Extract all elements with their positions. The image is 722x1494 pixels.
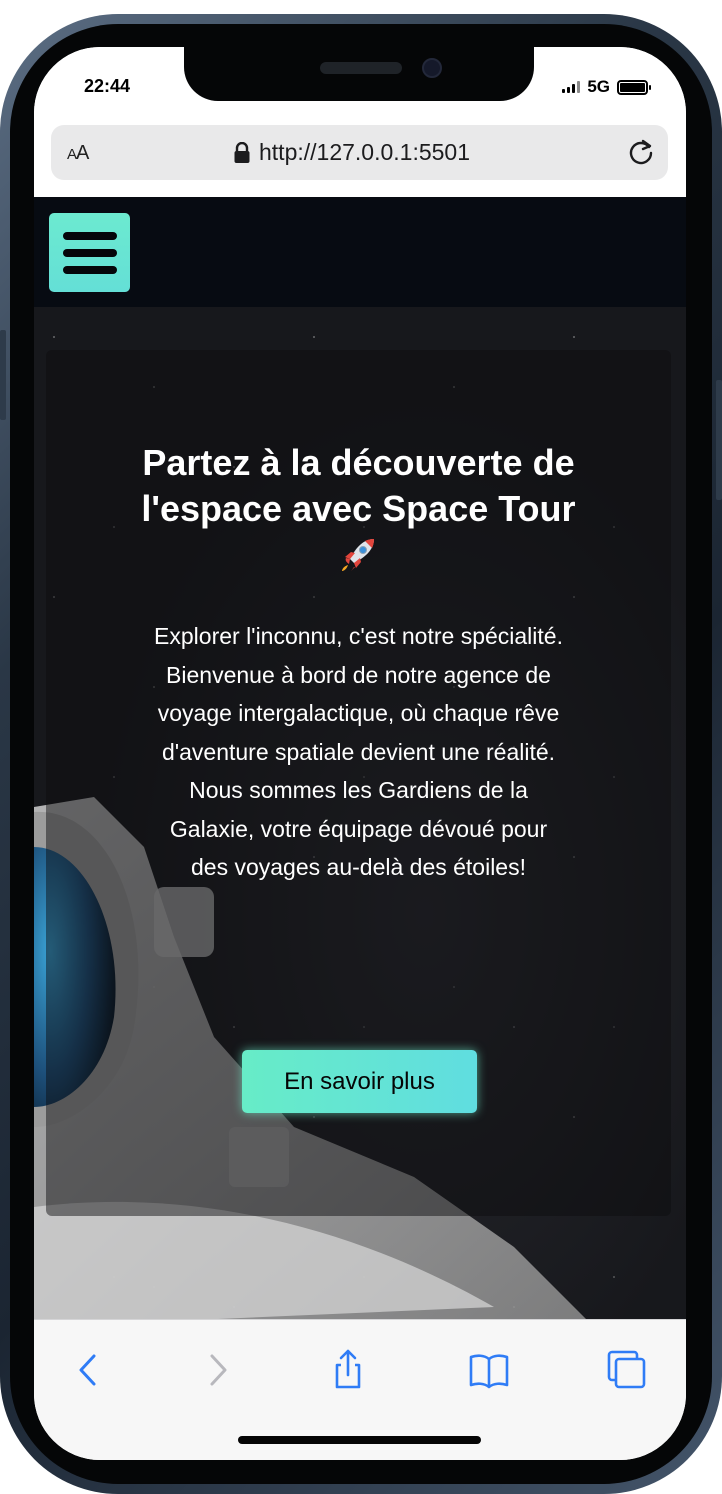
notch [184, 47, 534, 101]
bookmarks-icon[interactable] [467, 1348, 511, 1392]
text-size-large-label: A [76, 142, 89, 164]
signal-strength-icon [562, 81, 581, 93]
lock-icon [234, 141, 250, 163]
hero-title: Partez à la découverte de l'espace avec … [141, 442, 576, 529]
chevron-forward-icon[interactable] [195, 1348, 239, 1392]
status-indicators: 5G [562, 77, 651, 97]
tabs-icon[interactable] [605, 1348, 649, 1392]
hero-section: Partez à la découverte de l'espace avec … [46, 350, 671, 1216]
text-size-small-label: A [67, 146, 77, 163]
battery-icon [617, 79, 651, 95]
hamburger-line [62, 265, 117, 274]
network-type-label: 5G [587, 77, 610, 96]
site-header [34, 197, 686, 307]
hero-description-line: Explorer l'inconnu, c'est notre spéciali… [154, 623, 563, 649]
status-time: 22:44 [84, 76, 131, 96]
chevron-back-icon[interactable] [67, 1348, 111, 1392]
learn-more-button[interactable]: En savoir plus [242, 1050, 477, 1113]
hero-description-line: Bienvenue à bord de notre agence de voya… [157, 661, 560, 765]
browser-address-area: AA http://127.0.0.1:5501 [34, 117, 686, 197]
speaker-grille [320, 62, 402, 74]
hamburger-line [62, 248, 117, 257]
hero-description-line: Nous sommes les Gardiens de la Galaxie, … [169, 777, 548, 880]
phone-screen: 22:44 5G AA http://127.0.0.1:5501 Partez… [34, 47, 686, 1460]
share-icon[interactable] [326, 1348, 370, 1392]
url-text: http://127.0.0.1:5501 [259, 139, 471, 165]
rocket-icon [342, 539, 374, 571]
front-camera [422, 58, 442, 78]
url-display[interactable]: http://127.0.0.1:5501 [233, 139, 470, 166]
home-indicator[interactable] [238, 1436, 481, 1444]
menu-toggle-button[interactable] [49, 213, 130, 292]
side-button [0, 330, 6, 420]
reload-icon[interactable] [626, 137, 656, 167]
hero-description: Explorer l'inconnu, c'est notre spéciali… [151, 617, 566, 887]
webpage-viewport: Partez à la découverte de l'espace avec … [34, 197, 686, 1319]
browser-bottom-toolbar [34, 1319, 686, 1460]
address-bar[interactable]: AA http://127.0.0.1:5501 [51, 125, 668, 180]
hamburger-line [62, 231, 117, 240]
text-size-button[interactable]: AA [67, 142, 89, 165]
side-button [716, 380, 722, 500]
